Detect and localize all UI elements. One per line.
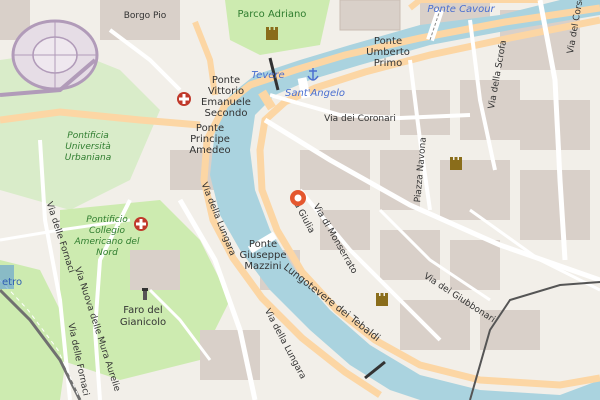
map-canvas[interactable]: Borgo Pio Parco Adriano Ponte Cavour Pon… [0,0,600,400]
castle-icon[interactable] [266,27,278,40]
castle-icon[interactable] [450,157,462,170]
icon-layer [134,27,462,306]
lighthouse-icon[interactable] [142,288,148,300]
castle-icon[interactable] [376,293,388,306]
hospital-icon[interactable] [134,217,148,231]
anchor-icon[interactable] [307,68,319,81]
hospital-icon[interactable] [177,92,191,106]
location-marker-icon[interactable] [290,190,306,206]
